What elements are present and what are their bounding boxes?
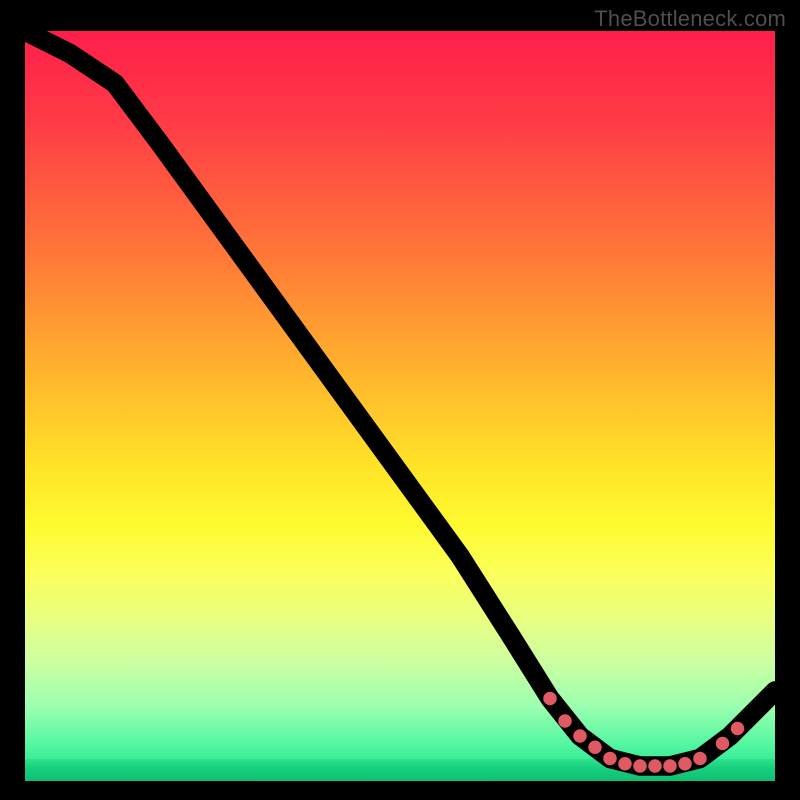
curve-marker (618, 757, 632, 771)
curve-marker (663, 759, 677, 773)
curve-marker (731, 722, 745, 736)
attribution-text: TheBottleneck.com (594, 6, 786, 32)
curve-marker (648, 759, 662, 773)
marker-layer (25, 31, 775, 781)
curve-marker (543, 692, 557, 706)
chart-stage: TheBottleneck.com (0, 0, 800, 800)
curve-marker (633, 759, 647, 773)
curve-marker (573, 729, 587, 743)
curve-marker (588, 741, 602, 755)
curve-marker (716, 737, 730, 751)
curve-marker (678, 757, 692, 771)
curve-marker (558, 714, 572, 728)
plot-area (25, 31, 775, 781)
curve-marker (603, 752, 617, 766)
curve-marker (693, 752, 707, 766)
